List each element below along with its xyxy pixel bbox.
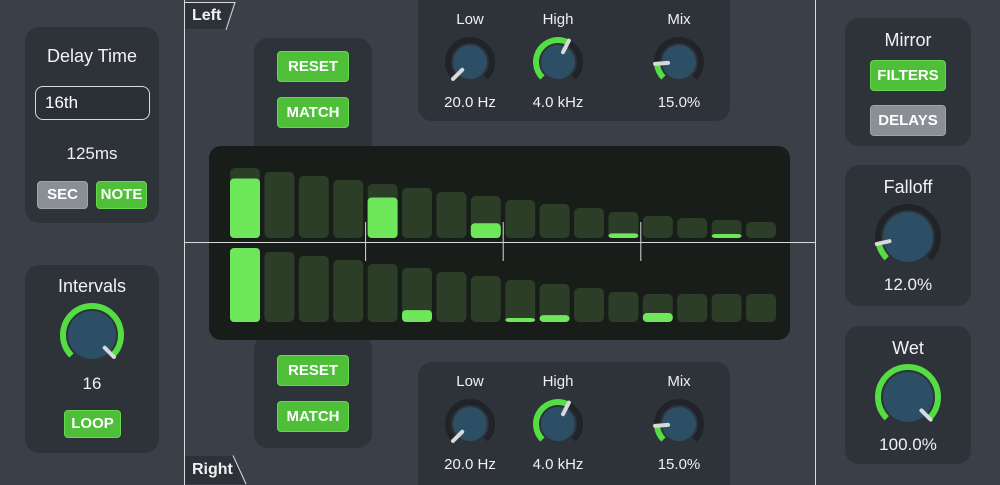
- intervals-knob[interactable]: [59, 302, 125, 368]
- channel-separator-line: [185, 242, 815, 243]
- right-mix-label: Mix: [667, 373, 691, 390]
- wet-title: Wet: [892, 338, 924, 358]
- left-mix-label: Mix: [667, 11, 691, 28]
- falloff-title: Falloff: [883, 177, 933, 197]
- sec-button[interactable]: SEC: [37, 181, 88, 209]
- right-step-11[interactable]: [574, 288, 604, 322]
- wet-panel: Wet 100.0%: [845, 326, 971, 464]
- left-tab-outline: [184, 2, 236, 31]
- falloff-value: 12.0%: [883, 275, 933, 294]
- right-step-9[interactable]: [505, 280, 536, 322]
- left-step-level-5: [367, 197, 398, 238]
- right-step-8[interactable]: [470, 276, 501, 322]
- delay-time-panel: Delay Time 16th 125ms SEC NOTE: [25, 27, 159, 223]
- right-high-value: 4.0 kHz: [532, 456, 584, 473]
- right-step-7[interactable]: [436, 272, 467, 322]
- left-low-label: Low: [456, 11, 484, 28]
- mirror-delays-button[interactable]: DELAYS: [870, 105, 946, 136]
- mirror-panel: Mirror FILTERS DELAYS: [845, 18, 971, 146]
- falloff-panel: Falloff 12.0%: [845, 165, 971, 306]
- wet-knob[interactable]: [874, 363, 942, 431]
- sequencer-canvas: [230, 168, 776, 322]
- right-mix-knob[interactable]: [653, 398, 705, 450]
- left-step-2[interactable]: [264, 172, 295, 238]
- left-step-7[interactable]: [436, 192, 467, 238]
- right-divider: [815, 0, 816, 485]
- right-low-knob[interactable]: [444, 398, 496, 450]
- intervals-title: Intervals: [57, 276, 127, 296]
- delay-step-sequencer: [209, 146, 790, 340]
- right-high-label: High: [542, 373, 574, 390]
- right-step-4[interactable]: [333, 260, 364, 322]
- left-low-value: 20.0 Hz: [444, 94, 496, 111]
- right-high-knob[interactable]: [532, 398, 584, 450]
- falloff-knob[interactable]: [874, 203, 942, 271]
- left-match-button[interactable]: MATCH: [277, 97, 349, 128]
- right-step-12[interactable]: [608, 292, 639, 322]
- right-step-3[interactable]: [298, 256, 329, 322]
- delay-time-dropdown[interactable]: 16th: [35, 86, 150, 120]
- right-mix-value: 15.0%: [657, 456, 701, 473]
- left-filter-panel: Low 20.0 Hz High 4.0 kHz Mix 15.0%: [418, 0, 730, 121]
- right-step-5[interactable]: [367, 264, 398, 322]
- left-low-knob[interactable]: [444, 36, 496, 88]
- mirror-title: Mirror: [884, 30, 932, 50]
- left-step-13[interactable]: [642, 216, 673, 238]
- left-step-3[interactable]: [298, 176, 329, 238]
- right-match-button[interactable]: MATCH: [277, 401, 349, 432]
- right-filter-panel: Low 20.0 Hz High 4.0 kHz Mix 15.0%: [418, 362, 730, 485]
- right-low-label: Low: [456, 373, 484, 390]
- left-mix-value: 15.0%: [657, 94, 701, 111]
- left-reset-button[interactable]: RESET: [277, 51, 349, 82]
- delay-time-title: Delay Time: [46, 46, 138, 66]
- right-low-value: 20.0 Hz: [444, 456, 496, 473]
- right-step-level-6: [402, 310, 432, 322]
- intervals-panel: Intervals 16 LOOP: [25, 265, 159, 453]
- left-step-6[interactable]: [402, 188, 432, 238]
- right-reset-button[interactable]: RESET: [277, 355, 349, 386]
- left-high-label: High: [542, 11, 574, 28]
- left-buttons-panel: RESET MATCH: [254, 38, 372, 158]
- left-step-10[interactable]: [539, 204, 570, 238]
- right-buttons-panel: RESET MATCH: [254, 335, 372, 448]
- right-step-level-1: [230, 248, 260, 322]
- right-tab-outline: [232, 455, 247, 485]
- left-step-11[interactable]: [574, 208, 604, 238]
- left-high-value: 4.0 kHz: [532, 94, 584, 111]
- left-step-9[interactable]: [505, 200, 536, 238]
- left-step-14[interactable]: [677, 218, 708, 238]
- left-step-level-8: [470, 223, 501, 238]
- right-step-2[interactable]: [264, 252, 295, 322]
- left-step-level-15: [711, 234, 742, 238]
- delay-time-value: 125ms: [66, 144, 118, 163]
- left-mix-knob[interactable]: [653, 36, 705, 88]
- right-step-level-13: [642, 313, 673, 322]
- left-step-4[interactable]: [333, 180, 364, 238]
- note-button[interactable]: NOTE: [96, 181, 147, 209]
- right-step-16[interactable]: [746, 294, 776, 322]
- left-high-knob[interactable]: [532, 36, 584, 88]
- intervals-value: 16: [82, 374, 102, 393]
- left-step-16[interactable]: [746, 222, 776, 238]
- wet-value: 100.0%: [879, 435, 937, 454]
- right-step-level-9: [505, 318, 536, 322]
- left-step-level-1: [230, 178, 260, 238]
- loop-button[interactable]: LOOP: [64, 410, 121, 438]
- mirror-filters-button[interactable]: FILTERS: [870, 60, 946, 91]
- right-step-level-10: [539, 315, 570, 322]
- right-step-15[interactable]: [711, 294, 742, 322]
- right-step-14[interactable]: [677, 294, 708, 322]
- left-step-level-12: [608, 233, 639, 238]
